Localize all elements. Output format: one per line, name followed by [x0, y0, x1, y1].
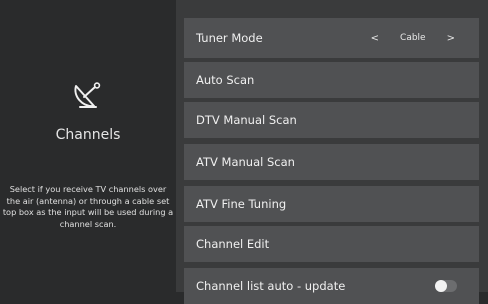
menu-item-label: DTV Manual Scan	[196, 113, 297, 127]
tuner-mode-selector[interactable]: < Cable >	[365, 18, 461, 58]
auto-update-toggle[interactable]	[435, 280, 457, 292]
panel-description: Select if you receive TV channels over t…	[2, 184, 174, 229]
chevron-left-icon[interactable]: <	[365, 33, 385, 44]
menu-item-atv-manual-scan[interactable]: ATV Manual Scan	[184, 144, 479, 180]
menu-item-label: Channel list auto - update	[196, 279, 346, 293]
tuner-mode-value: Cable	[400, 33, 426, 43]
menu-item-label: ATV Fine Tuning	[196, 197, 287, 211]
menu-item-label: ATV Manual Scan	[196, 155, 295, 169]
menu-item-atv-fine-tuning[interactable]: ATV Fine Tuning	[184, 186, 479, 222]
tuner-mode-label: Tuner Mode	[196, 31, 263, 45]
menu-item-auto-scan[interactable]: Auto Scan	[184, 62, 479, 98]
menu-item-label: Channel Edit	[196, 237, 270, 251]
menu-item-dtv-manual-scan[interactable]: DTV Manual Scan	[184, 102, 479, 138]
menu-item-label: Auto Scan	[196, 73, 255, 87]
panel-title: Channels	[55, 127, 121, 143]
chevron-right-icon[interactable]: >	[441, 33, 461, 44]
toggle-knob	[435, 280, 447, 292]
menu-item-channel-edit[interactable]: Channel Edit	[184, 226, 479, 262]
tuner-mode-item[interactable]: Tuner Mode < Cable >	[184, 18, 479, 58]
satellite-dish-icon	[74, 82, 101, 108]
menu-item-channel-list-auto-update[interactable]: Channel list auto - update	[184, 268, 479, 304]
left-info-panel: Channels Select if you receive TV channe…	[0, 0, 176, 292]
